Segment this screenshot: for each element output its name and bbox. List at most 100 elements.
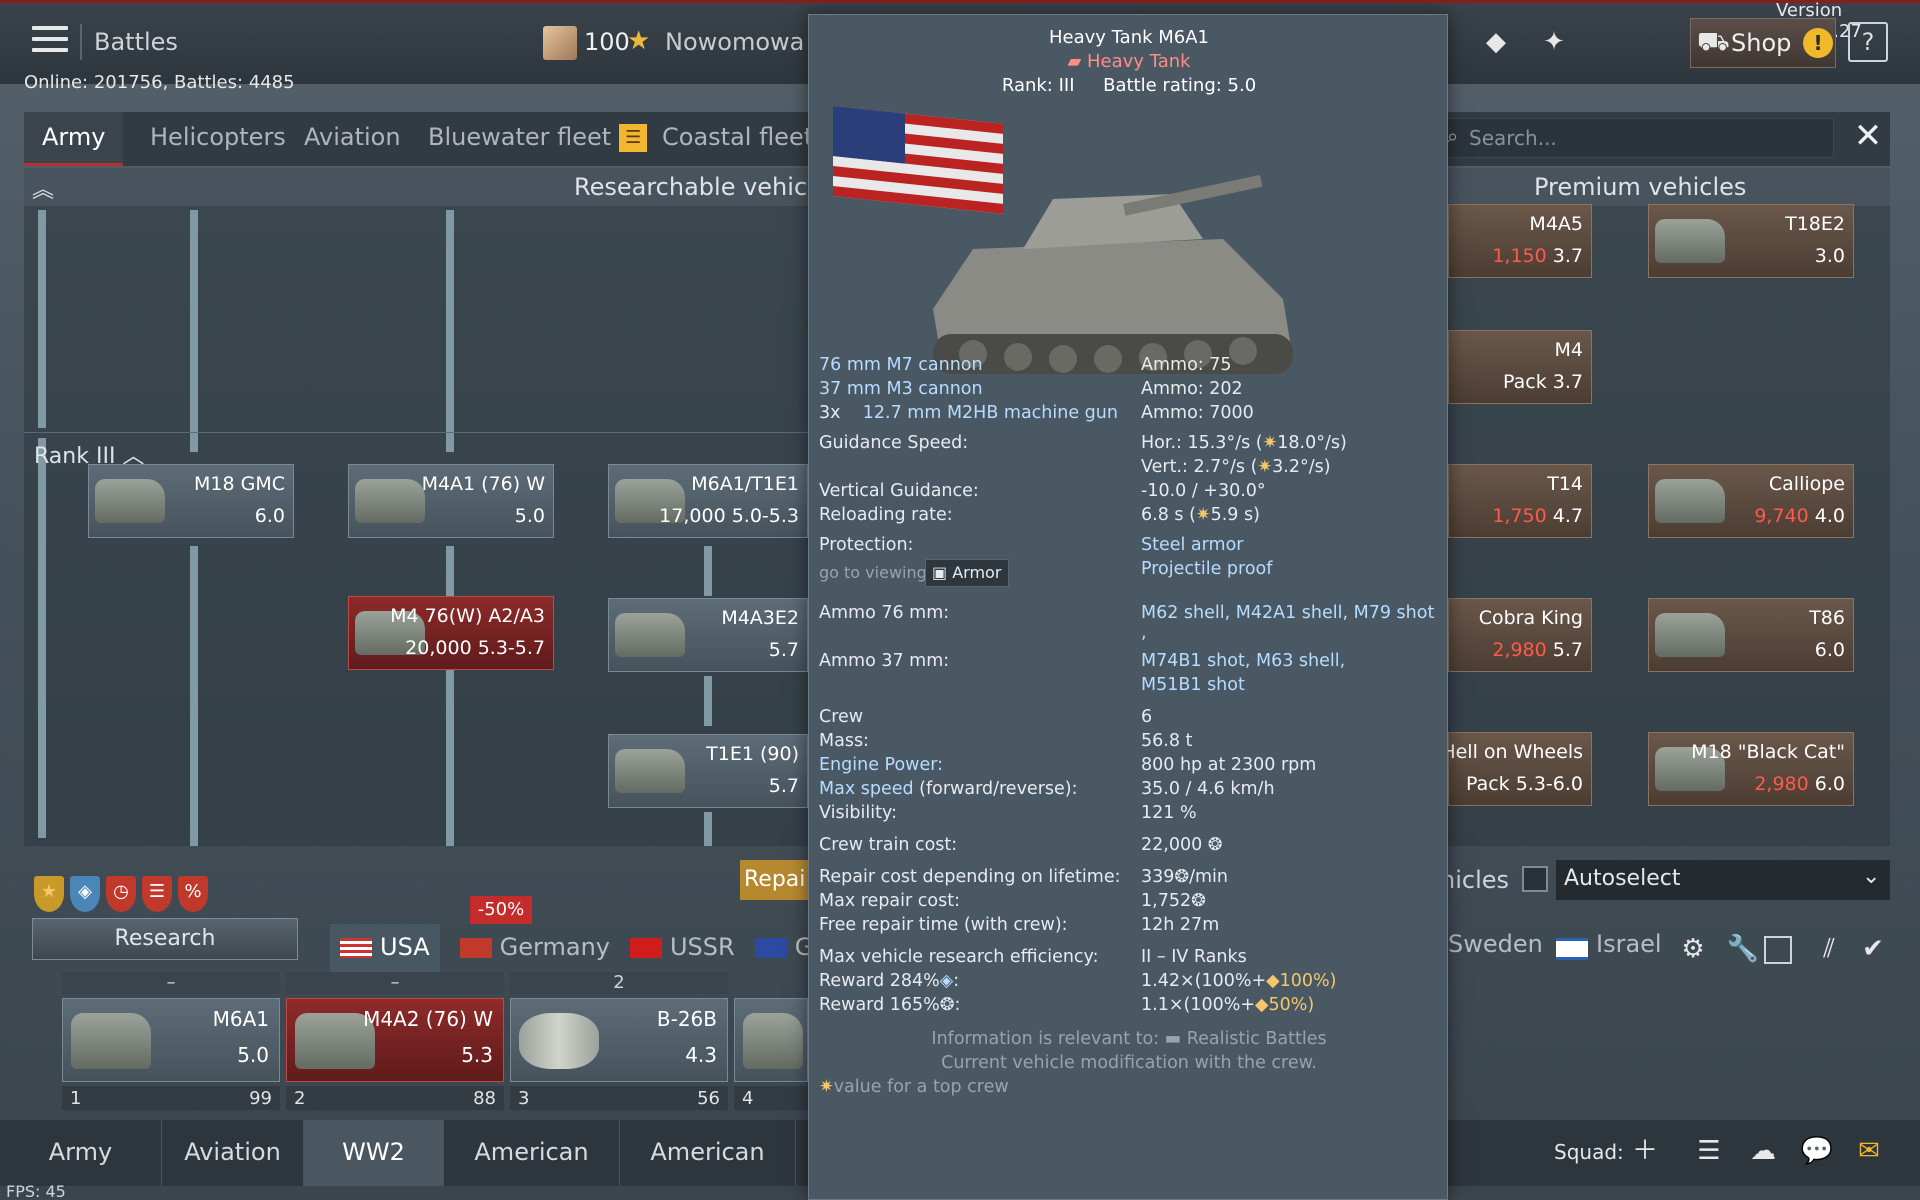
chat-icon[interactable]: 💬 xyxy=(1800,1134,1834,1168)
ammo76-label: Ammo 76 mm: xyxy=(819,603,950,623)
vehicle-card-m4a5[interactable]: M4A5 1,150 3.7 xyxy=(1448,204,1592,278)
main-menu-button[interactable] xyxy=(32,26,68,56)
silver-lions-icon: ❂ xyxy=(939,995,955,1015)
nation-tab-usa[interactable]: USA xyxy=(330,924,440,972)
research-button[interactable]: Research xyxy=(32,918,298,960)
protection-proof[interactable]: Projectile proof xyxy=(1141,559,1272,579)
contacts-icon[interactable]: ☁ xyxy=(1746,1134,1780,1168)
username[interactable]: Nowomowa xyxy=(665,28,804,56)
slot-header: – xyxy=(286,972,504,994)
tab-aviation[interactable]: Aviation xyxy=(286,112,419,166)
vehicle-name: M4 xyxy=(1554,339,1583,361)
vehicle-name: Cobra King xyxy=(1478,607,1583,629)
preset-tab-aviation[interactable]: Aviation xyxy=(162,1120,304,1186)
slot-toggle-icon[interactable] xyxy=(1764,936,1792,964)
slot-footer: 3 56 xyxy=(510,1086,728,1110)
vehicle-card-m4a1-76[interactable]: M4A1 (76) W 5.0 xyxy=(348,464,554,538)
checkmark-icon[interactable]: ✔ xyxy=(1856,932,1890,966)
crew-number: 1 xyxy=(70,1088,82,1109)
ammo-mg: Ammo: 7000 xyxy=(1141,403,1254,423)
slot-vehicle-card[interactable] xyxy=(734,998,808,1082)
slot-vehicle-card[interactable]: B-26B 4.3 xyxy=(510,998,728,1082)
preset-tab-army[interactable]: Army xyxy=(0,1120,162,1186)
gear-icon[interactable]: ⚙ xyxy=(1676,932,1710,966)
vehicle-card-m6a1[interactable]: M6A1/T1E1 17,000 5.0-5.3 xyxy=(608,464,808,538)
tab-bluewater-fleet[interactable]: Bluewater fleet ☰ xyxy=(410,112,665,166)
shop-button[interactable]: ⛟ Shop ! xyxy=(1690,18,1836,68)
help-button[interactable]: ? xyxy=(1848,22,1888,62)
battle-pass-icon[interactable]: ✦ xyxy=(1534,22,1574,62)
reward-sl-label: Reward 165%❂: xyxy=(819,995,960,1015)
avatar[interactable] xyxy=(543,26,577,60)
repair-life-label: Repair cost depending on lifetime: xyxy=(819,867,1121,887)
nation-tab-israel[interactable]: Israel xyxy=(1596,930,1662,958)
add-squad-icon[interactable]: ＋ xyxy=(1628,1134,1662,1168)
top-crew-legend: ✷value for a top crew xyxy=(819,1077,1009,1097)
slot-vehicle-card[interactable]: M4A2 (76) W 5.3 xyxy=(286,998,504,1082)
ammo37-value-1[interactable]: M74B1 shot, M63 shell, xyxy=(1141,651,1345,671)
armor-view-button[interactable]: ▣ Armor xyxy=(925,559,1009,587)
close-icon[interactable]: ✕ xyxy=(1848,114,1888,158)
nation-tab-ussr[interactable]: USSR xyxy=(629,924,735,972)
reward-rp-bonus: 100%) xyxy=(1279,971,1337,991)
engine-label[interactable]: Engine Power: xyxy=(819,755,943,775)
reward-rp-formula: 1.42×(100%+ xyxy=(1141,971,1267,991)
vehicle-card-cobra-king[interactable]: Cobra King 2,980 5.7 xyxy=(1448,598,1592,672)
wrench-icon[interactable]: 🔧 xyxy=(1726,932,1760,966)
mail-icon[interactable]: ✉ xyxy=(1852,1134,1886,1168)
ammo-icon[interactable]: ⫽ xyxy=(1812,932,1846,966)
silver-lions-icon: ❂ xyxy=(1191,891,1206,911)
nation-tab-germany[interactable]: Germany xyxy=(459,924,610,972)
efficiency-label: Max vehicle research efficiency: xyxy=(819,947,1099,967)
vehicle-card-t18e2[interactable]: T18E2 3.0 xyxy=(1648,204,1854,278)
preset-tab-american-gmc[interactable]: American GMC xyxy=(620,1120,796,1186)
vehicle-name: M4A1 (76) W xyxy=(421,473,545,495)
preset-tab-american-he[interactable]: American He... xyxy=(444,1120,620,1186)
star-badge-icon[interactable]: ★ xyxy=(34,876,64,912)
ammo76-value[interactable]: M62 shell, M42A1 shell, M79 shot xyxy=(1141,603,1434,623)
ammo37-value-2[interactable]: M51B1 shot xyxy=(1141,675,1245,695)
vehicle-card-m4a3e2[interactable]: M4A3E2 5.7 xyxy=(608,598,808,672)
menu-title[interactable]: Battles xyxy=(94,28,178,56)
vehicle-card-t14[interactable]: T14 1,750 4.7 xyxy=(1448,464,1592,538)
us-flag-icon xyxy=(833,106,1003,214)
tasks-badge-icon[interactable]: ☰ xyxy=(142,876,172,912)
tab-helicopters[interactable]: Helicopters xyxy=(132,112,304,166)
vehicle-br: 5.0-5.3 xyxy=(731,505,799,527)
guidance-vert-value: Vert.: 2.7°/s ( xyxy=(1141,457,1258,477)
vehicle-br-cost: 2,980 6.0 xyxy=(1754,773,1845,795)
slot-vehicle-card[interactable]: M6A1 5.0 xyxy=(62,998,280,1082)
search-input[interactable]: Search... xyxy=(1440,118,1834,158)
weapon-37mm[interactable]: 37 mm M3 cannon xyxy=(819,379,983,399)
repair-button[interactable]: Repai xyxy=(740,860,810,900)
vehicle-card-m4-76w[interactable]: M4 76(W) A2/A3 20,000 5.3-5.7 xyxy=(348,596,554,670)
collapse-all-icon[interactable]: ︽ xyxy=(32,172,54,204)
autoselect-dropdown[interactable]: Autoselect xyxy=(1556,860,1890,900)
tab-army[interactable]: Army xyxy=(24,112,124,166)
vehicle-card-m18-black-cat[interactable]: M18 "Black Cat" 2,980 6.0 xyxy=(1648,732,1854,806)
protection-steel[interactable]: Steel armor xyxy=(1141,535,1244,555)
discount-badge-icon[interactable]: % xyxy=(178,876,208,912)
max-speed-label[interactable]: Max speed xyxy=(819,779,914,799)
vehicle-card-t1e1-90[interactable]: T1E1 (90) 5.7 xyxy=(608,734,808,808)
weapon-mg-name[interactable]: 12.7 mm M2HB machine gun xyxy=(863,403,1118,423)
vehicle-card-hell-on-wheels[interactable]: Hell on Wheels Pack 5.3-6.0 xyxy=(1441,732,1592,806)
player-level: 100 xyxy=(584,28,630,56)
nation-tab-sweden[interactable]: Sweden xyxy=(1448,930,1543,958)
info-modification: Current vehicle modification with the cr… xyxy=(941,1053,1317,1073)
vehicle-br: 4.3 xyxy=(685,1043,717,1067)
preset-tab-ww2[interactable]: WW2 xyxy=(304,1120,444,1186)
research-badge-icon[interactable]: ◈ xyxy=(70,876,100,912)
gold-diamond-icon[interactable]: ◆ xyxy=(1476,22,1516,62)
vehicle-card-m4-pack[interactable]: M4 Pack 3.7 xyxy=(1448,330,1592,404)
vehicle-card-calliope[interactable]: Calliope 9,740 4.0 xyxy=(1648,464,1854,538)
tab-coastal-fleet[interactable]: Coastal fleet xyxy=(644,112,831,166)
vehicle-card-m18-gmc[interactable]: M18 GMC 6.0 xyxy=(88,464,294,538)
list-icon[interactable]: ☰ xyxy=(1692,1134,1726,1168)
timer-badge-icon[interactable]: ◷ xyxy=(106,876,136,912)
vehicles-checkbox[interactable] xyxy=(1522,866,1548,892)
vehicle-br: 6.0 xyxy=(254,505,285,527)
weapon-76mm[interactable]: 76 mm M7 cannon xyxy=(819,355,983,375)
vehicle-card-t86[interactable]: T86 6.0 xyxy=(1648,598,1854,672)
visibility-label: Visibility: xyxy=(819,803,897,823)
